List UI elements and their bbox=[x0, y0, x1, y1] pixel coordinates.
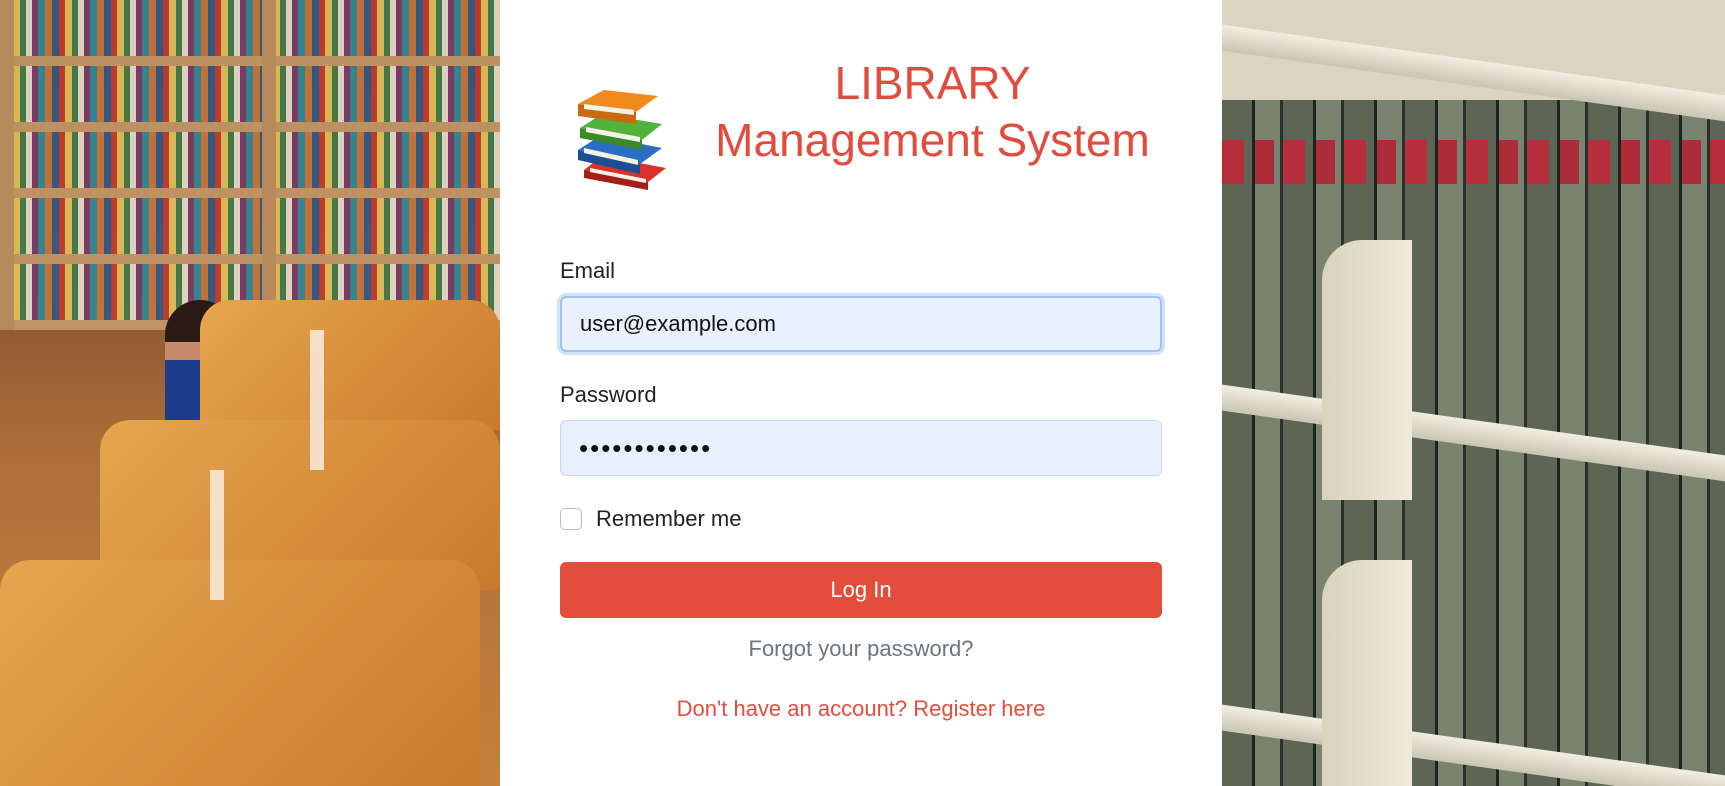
remember-me-checkbox[interactable] bbox=[560, 508, 582, 530]
title-line-system: Management System bbox=[715, 114, 1150, 166]
brand-header: LIBRARY Management System bbox=[560, 52, 1165, 190]
shelf-pillar bbox=[262, 0, 276, 330]
password-field[interactable] bbox=[560, 420, 1162, 476]
study-desk bbox=[200, 300, 500, 430]
login-button[interactable]: Log In bbox=[560, 562, 1162, 618]
email-label: Email bbox=[560, 258, 616, 283]
remember-me-label[interactable]: Remember me bbox=[596, 506, 741, 532]
forgot-password-link[interactable]: Forgot your password? bbox=[560, 636, 1162, 662]
login-form: Email Password Remember me Log In Forgot… bbox=[560, 258, 1162, 722]
desk-divider bbox=[310, 330, 324, 470]
password-group: Password bbox=[560, 382, 1162, 476]
email-field[interactable] bbox=[560, 296, 1162, 352]
login-panel: LIBRARY Management System Email Password… bbox=[500, 0, 1222, 786]
bookshelf-rows bbox=[0, 0, 500, 330]
reading-room-photo bbox=[0, 0, 500, 786]
study-desk bbox=[0, 560, 480, 786]
password-label: Password bbox=[560, 382, 657, 407]
shelf-pillar bbox=[0, 0, 14, 330]
desk-divider bbox=[210, 470, 224, 600]
login-page: LIBRARY Management System Email Password… bbox=[0, 0, 1725, 786]
bookend bbox=[1322, 560, 1412, 786]
bookend bbox=[1322, 240, 1412, 500]
remember-me-row: Remember me bbox=[560, 506, 1162, 532]
page-title: LIBRARY Management System bbox=[700, 52, 1165, 166]
stacked-books-icon bbox=[578, 90, 666, 190]
email-group: Email bbox=[560, 258, 1162, 352]
title-line-library: LIBRARY bbox=[834, 57, 1031, 109]
bookshelves-photo bbox=[1222, 0, 1725, 786]
register-link[interactable]: Don't have an account? Register here bbox=[560, 696, 1162, 722]
